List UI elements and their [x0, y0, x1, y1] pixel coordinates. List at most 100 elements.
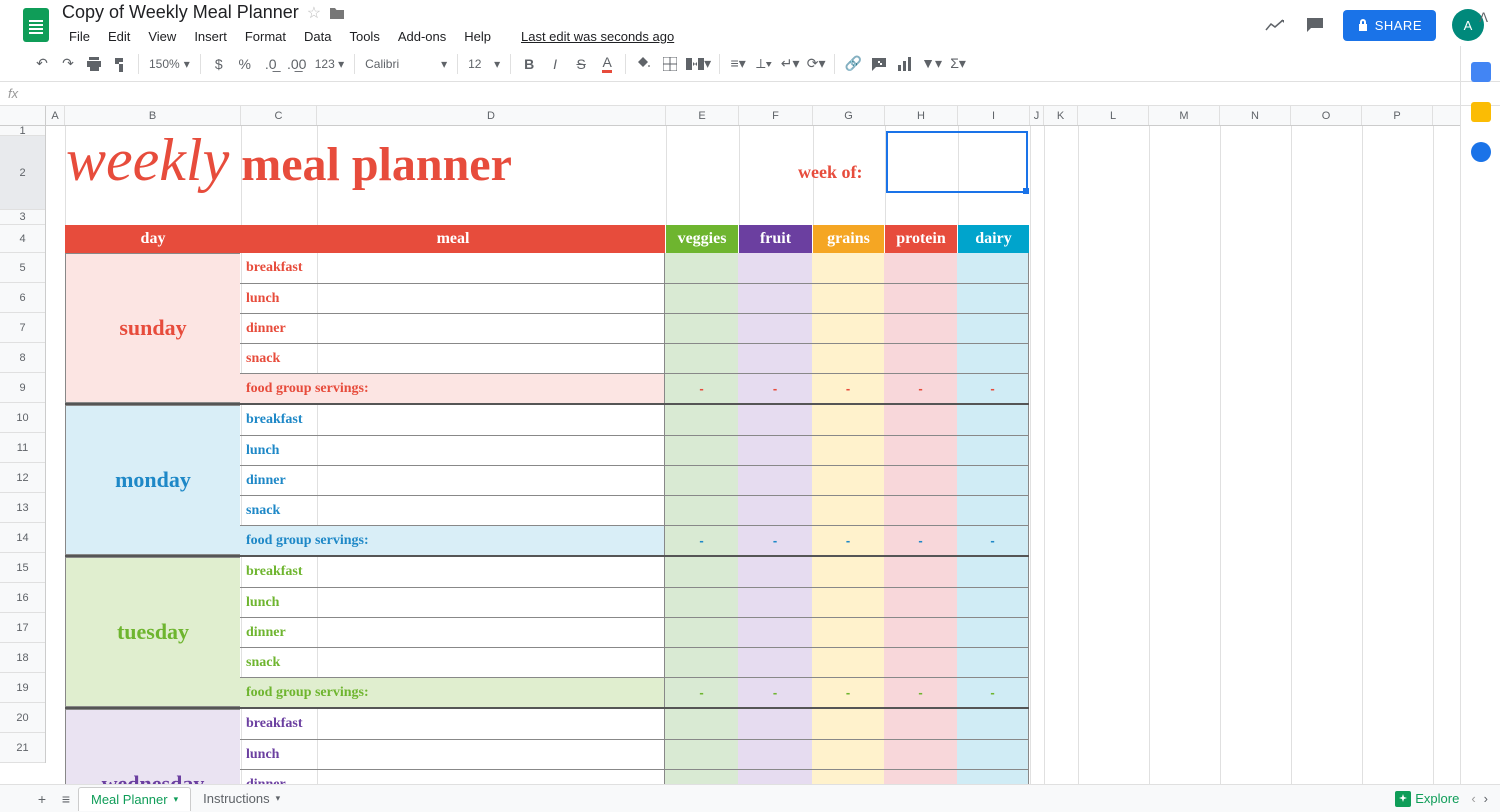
col-header-P[interactable]: P — [1362, 106, 1433, 125]
comment-icon[interactable] — [1303, 13, 1327, 37]
add-sheet-button[interactable]: + — [30, 787, 54, 811]
row-header-16[interactable]: 16 — [0, 583, 45, 613]
collapse-toolbar-button[interactable]: ᐱ — [1479, 10, 1488, 26]
row-header-4[interactable]: 4 — [0, 225, 45, 253]
row-header-11[interactable]: 11 — [0, 433, 45, 463]
col-header-F[interactable]: F — [739, 106, 813, 125]
chart-button[interactable] — [893, 52, 917, 76]
merge-cells-button[interactable]: ▾ — [684, 52, 713, 76]
menu-insert[interactable]: Insert — [187, 25, 234, 48]
row-header-5[interactable]: 5 — [0, 253, 45, 283]
font-select[interactable]: Calibri▾ — [361, 55, 451, 73]
last-edit-link[interactable]: Last edit was seconds ago — [514, 25, 681, 48]
row-header-21[interactable]: 21 — [0, 733, 45, 763]
formula-bar[interactable]: fx — [0, 82, 1500, 106]
row-header-3[interactable]: 3 — [0, 210, 45, 225]
link-button[interactable]: 🔗 — [841, 52, 865, 76]
col-header-I[interactable]: I — [958, 106, 1030, 125]
col-header-C[interactable]: C — [241, 106, 317, 125]
selected-cell[interactable] — [886, 131, 1028, 193]
currency-button[interactable]: $ — [207, 52, 231, 76]
row-header-6[interactable]: 6 — [0, 283, 45, 313]
menu-file[interactable]: File — [62, 25, 97, 48]
decrease-decimal-button[interactable]: .0̲ — [259, 52, 283, 76]
halign-button[interactable]: ≡▾ — [726, 52, 750, 76]
col-header-L[interactable]: L — [1078, 106, 1149, 125]
sheet-tab-meal-planner[interactable]: Meal Planner ▾ — [78, 787, 191, 811]
col-header-D[interactable]: D — [317, 106, 666, 125]
col-header-B[interactable]: B — [65, 106, 241, 125]
insert-comment-button[interactable] — [867, 52, 891, 76]
row-header-18[interactable]: 18 — [0, 643, 45, 673]
explore-button[interactable]: Explore — [1395, 791, 1459, 807]
select-all-corner[interactable] — [0, 106, 46, 126]
spreadsheet-grid[interactable]: ABCDEFGHIJKLMNOP 12345678910111213141516… — [0, 106, 1460, 784]
menu-data[interactable]: Data — [297, 25, 338, 48]
undo-button[interactable]: ↶ — [30, 52, 54, 76]
row-header-10[interactable]: 10 — [0, 403, 45, 433]
header-grains: grains — [813, 225, 885, 253]
print-button[interactable] — [82, 52, 106, 76]
star-icon[interactable]: ☆ — [307, 3, 321, 23]
redo-button[interactable]: ↷ — [56, 52, 80, 76]
wrap-button[interactable]: ↵▾ — [778, 52, 802, 76]
text-color-button[interactable]: A — [595, 52, 619, 76]
row-header-2[interactable]: 2 — [0, 136, 45, 210]
col-header-N[interactable]: N — [1220, 106, 1291, 125]
week-of-label: week of: — [798, 162, 862, 183]
row-header-14[interactable]: 14 — [0, 523, 45, 553]
col-header-J[interactable]: J — [1030, 106, 1044, 125]
rotate-button[interactable]: ⟳▾ — [804, 52, 828, 76]
paint-format-button[interactable] — [108, 52, 132, 76]
italic-button[interactable]: I — [543, 52, 567, 76]
zoom-select[interactable]: 150%▾ — [145, 55, 194, 73]
more-formats-button[interactable]: 123 ▾ — [311, 55, 348, 73]
functions-button[interactable]: Σ▾ — [946, 52, 970, 76]
menu-edit[interactable]: Edit — [101, 25, 137, 48]
row-header-19[interactable]: 19 — [0, 673, 45, 703]
app-header: Copy of Weekly Meal Planner ☆ File Edit … — [0, 0, 1500, 46]
menu-tools[interactable]: Tools — [342, 25, 386, 48]
borders-button[interactable] — [658, 52, 682, 76]
row-header-7[interactable]: 7 — [0, 313, 45, 343]
fill-color-button[interactable] — [632, 52, 656, 76]
menu-view[interactable]: View — [141, 25, 183, 48]
col-header-G[interactable]: G — [813, 106, 885, 125]
tasks-icon[interactable] — [1471, 142, 1491, 162]
increase-decimal-button[interactable]: .0̲0 — [285, 52, 309, 76]
keep-icon[interactable] — [1471, 102, 1491, 122]
row-header-20[interactable]: 20 — [0, 703, 45, 733]
col-header-K[interactable]: K — [1044, 106, 1078, 125]
row-header-15[interactable]: 15 — [0, 553, 45, 583]
row-header-17[interactable]: 17 — [0, 613, 45, 643]
font-size-select[interactable]: 12▾ — [464, 55, 504, 73]
col-header-A[interactable]: A — [46, 106, 65, 125]
folder-icon[interactable] — [329, 6, 345, 20]
sheets-logo[interactable] — [16, 5, 56, 45]
col-header-E[interactable]: E — [666, 106, 739, 125]
col-header-O[interactable]: O — [1291, 106, 1362, 125]
sheet-tab-instructions[interactable]: Instructions ▾ — [191, 787, 292, 811]
filter-button[interactable]: ▼▾ — [919, 52, 944, 76]
menu-help[interactable]: Help — [457, 25, 498, 48]
bold-button[interactable]: B — [517, 52, 541, 76]
menu-bar: File Edit View Insert Format Data Tools … — [62, 25, 1263, 48]
row-header-12[interactable]: 12 — [0, 463, 45, 493]
row-header-8[interactable]: 8 — [0, 343, 45, 373]
row-header-1[interactable]: 1 — [0, 126, 45, 136]
day-block-tuesday: tuesdaybreakfastlunchdinnersnackfood gro… — [65, 557, 1029, 709]
document-title[interactable]: Copy of Weekly Meal Planner — [62, 2, 299, 23]
row-header-13[interactable]: 13 — [0, 493, 45, 523]
valign-button[interactable]: ⟂▾ — [752, 52, 776, 76]
calendar-icon[interactable] — [1471, 62, 1491, 82]
col-header-M[interactable]: M — [1149, 106, 1220, 125]
trend-icon[interactable] — [1263, 13, 1287, 37]
row-header-9[interactable]: 9 — [0, 373, 45, 403]
strikethrough-button[interactable]: S — [569, 52, 593, 76]
col-header-H[interactable]: H — [885, 106, 958, 125]
percent-button[interactable]: % — [233, 52, 257, 76]
share-button[interactable]: SHARE — [1343, 10, 1436, 41]
menu-format[interactable]: Format — [238, 25, 293, 48]
menu-addons[interactable]: Add-ons — [391, 25, 453, 48]
all-sheets-button[interactable]: ≡ — [54, 787, 78, 811]
